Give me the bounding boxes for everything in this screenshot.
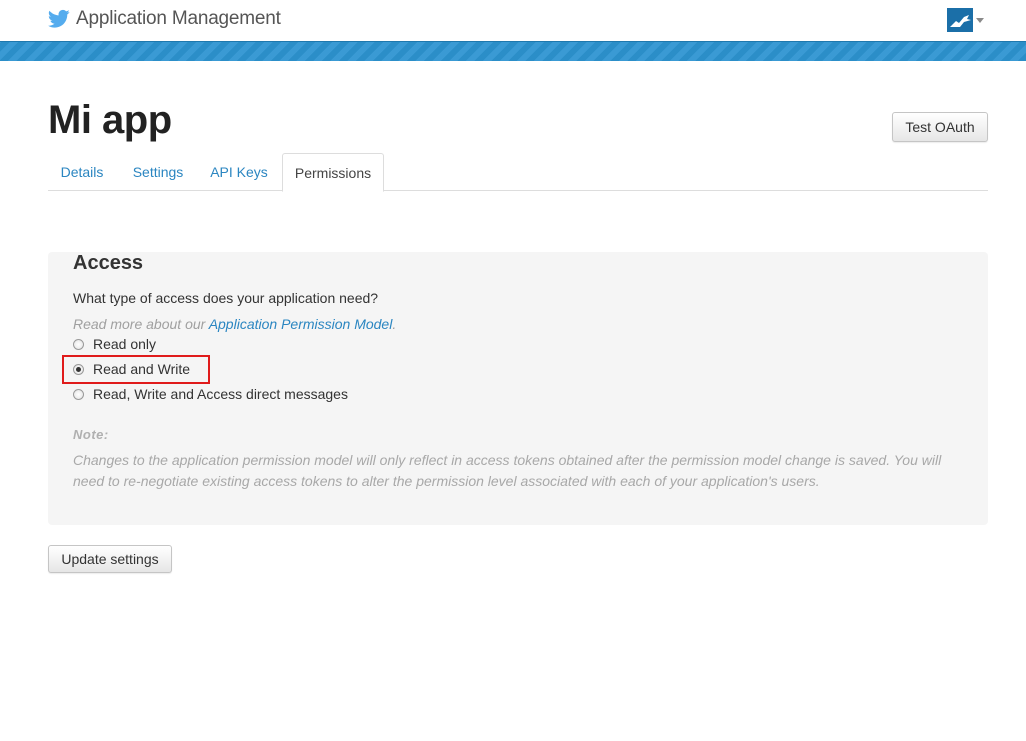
tab-permissions[interactable]: Permissions bbox=[282, 153, 384, 192]
radio-option-read-only[interactable]: Read only bbox=[73, 336, 156, 352]
chevron-down-icon bbox=[976, 17, 984, 23]
top-navbar: Application Management bbox=[0, 0, 1026, 41]
radio-label: Read only bbox=[93, 336, 157, 352]
twitter-bird-icon bbox=[48, 9, 70, 28]
brand-title: Application Management bbox=[76, 8, 281, 29]
radio-button[interactable] bbox=[73, 388, 84, 400]
tab-details[interactable]: Details bbox=[48, 153, 116, 191]
update-settings-button[interactable]: Update settings bbox=[48, 545, 172, 573]
test-oauth-button[interactable]: Test OAuth bbox=[892, 112, 988, 142]
tab-settings[interactable]: Settings bbox=[122, 153, 194, 191]
user-menu[interactable] bbox=[947, 8, 984, 32]
read-more-text: Read more about our Application Permissi… bbox=[73, 316, 396, 332]
radio-option-read-write-dm[interactable]: Read, Write and Access direct messages bbox=[73, 386, 348, 402]
permission-model-link[interactable]: Application Permission Model bbox=[209, 316, 393, 332]
highlight-annotation-box bbox=[62, 355, 210, 384]
note-text: Changes to the application permission mo… bbox=[73, 452, 942, 489]
tab-bar: Details Settings API Keys Permissions bbox=[48, 153, 988, 192]
page-title: Mi app bbox=[48, 98, 172, 142]
access-panel: Access What type of access does your app… bbox=[48, 252, 988, 525]
access-question: What type of access does your applicatio… bbox=[73, 290, 379, 306]
avatar bbox=[947, 8, 973, 32]
tab-api-keys[interactable]: API Keys bbox=[200, 153, 278, 191]
radio-label: Read, Write and Access direct messages bbox=[93, 386, 348, 402]
radio-button[interactable] bbox=[73, 338, 84, 350]
read-more-prefix: Read more about our bbox=[73, 316, 209, 332]
brand[interactable]: Application Management bbox=[48, 8, 281, 30]
header-accent-bar bbox=[0, 41, 1026, 61]
note-label: Note: bbox=[73, 427, 109, 442]
section-title: Access bbox=[73, 252, 144, 274]
read-more-suffix: . bbox=[392, 316, 397, 332]
